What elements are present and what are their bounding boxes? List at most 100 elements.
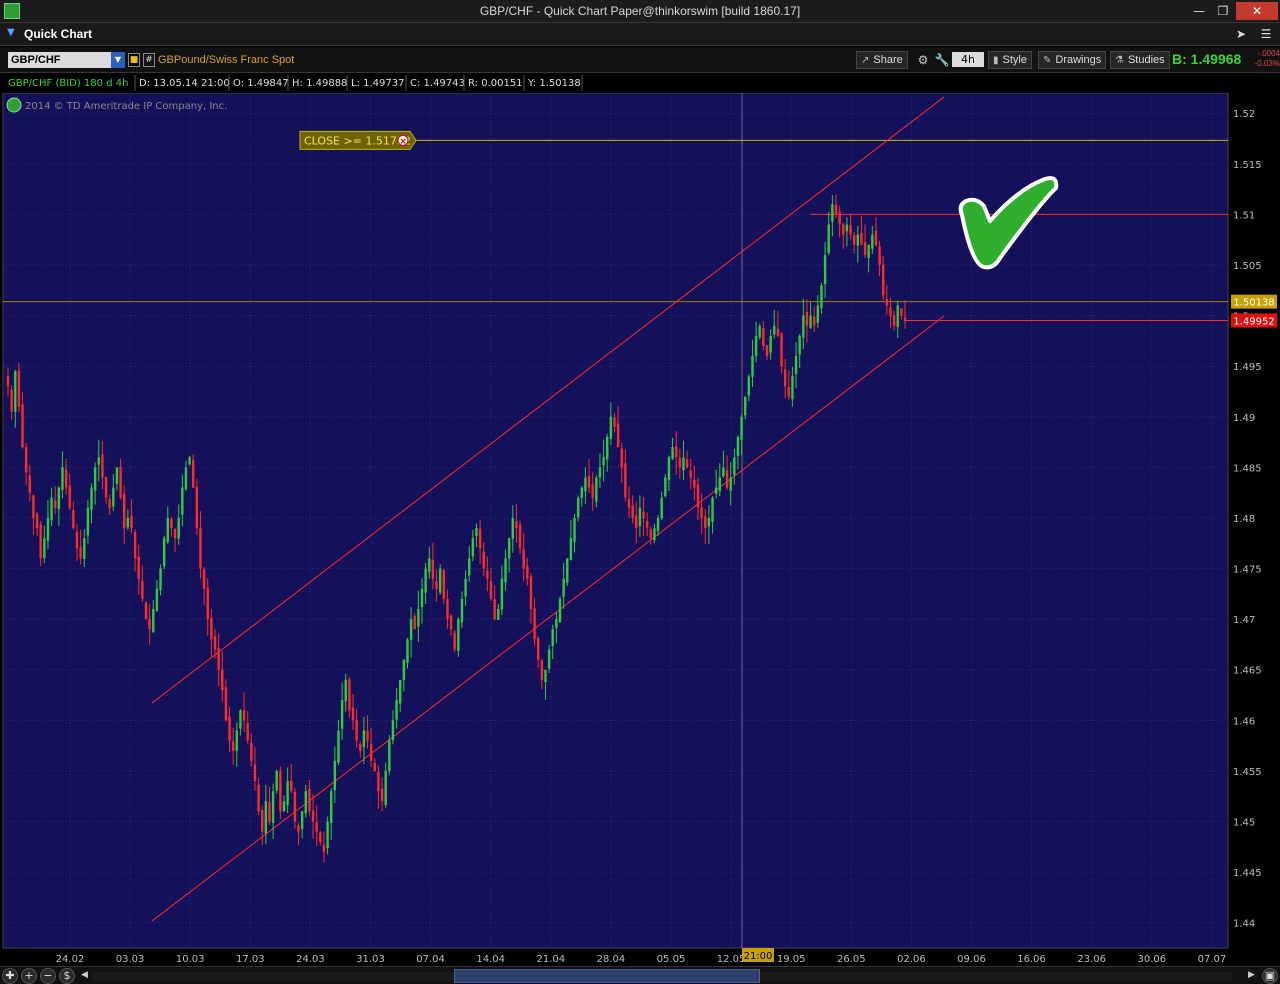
candle-body bbox=[355, 720, 358, 741]
candle-body bbox=[507, 538, 511, 559]
candle-body bbox=[529, 576, 533, 610]
pan-icon[interactable]: ✚ bbox=[2, 968, 18, 984]
candle-body bbox=[166, 517, 169, 543]
candle-body bbox=[576, 497, 580, 518]
price-chart[interactable]: GBP/CHF (BID) 180 d 4h D: 13.05.14 21:00 O… bbox=[0, 73, 1280, 966]
candle-body bbox=[417, 609, 420, 627]
candle-body bbox=[482, 551, 485, 569]
candle-body bbox=[438, 568, 442, 593]
candle-body bbox=[6, 376, 10, 387]
candle-body bbox=[228, 716, 231, 741]
y-tick-label: 1.48 bbox=[1233, 514, 1255, 525]
candle-body bbox=[842, 224, 845, 235]
menu-icon[interactable]: ☰ bbox=[1258, 27, 1274, 42]
candle-body bbox=[620, 448, 623, 468]
candle-body bbox=[54, 500, 57, 508]
candle-body bbox=[773, 325, 776, 335]
x-tick-label: 16.06 bbox=[1017, 954, 1046, 965]
candle-body bbox=[635, 515, 638, 529]
candle-body bbox=[144, 602, 148, 620]
pin-icon[interactable]: ➤ bbox=[1233, 27, 1249, 42]
candle-body bbox=[112, 487, 115, 507]
color-link-icon[interactable]: ■ bbox=[128, 53, 140, 67]
zoom-out-icon[interactable]: − bbox=[40, 968, 56, 984]
scroll-right-icon[interactable]: ▶ bbox=[1248, 970, 1255, 980]
candle-body bbox=[794, 356, 798, 374]
close-button[interactable]: ✕ bbox=[1236, 2, 1278, 20]
x-tick-label: 19.05 bbox=[777, 954, 806, 965]
chart-area[interactable]: GBP/CHF (BID) 180 d 4h D: 13.05.14 21:00 O… bbox=[0, 73, 1280, 966]
candle-body bbox=[587, 475, 591, 488]
expand-icon[interactable]: ▣ bbox=[1262, 968, 1278, 984]
candle-body bbox=[678, 458, 682, 468]
candle-body bbox=[823, 254, 827, 285]
candle-body bbox=[402, 659, 406, 681]
x-tick-label: 07.07 bbox=[1198, 954, 1227, 965]
candle-body bbox=[115, 467, 119, 484]
settings-icon[interactable]: ⚙ bbox=[914, 51, 932, 69]
candle-body bbox=[729, 477, 732, 491]
candle-body bbox=[747, 376, 751, 396]
candle-body bbox=[184, 467, 188, 490]
x-tick-label: 07.04 bbox=[416, 954, 445, 965]
candle-body bbox=[250, 743, 253, 761]
candle-body bbox=[282, 801, 286, 812]
candle-body bbox=[391, 720, 395, 741]
candle-body bbox=[627, 498, 631, 508]
zoom-in-icon[interactable]: + bbox=[21, 968, 37, 984]
style-button[interactable]: ▮ Style bbox=[988, 51, 1032, 69]
candle-body bbox=[337, 730, 340, 763]
candle-body bbox=[133, 531, 137, 559]
drawings-button[interactable]: ✎ Drawings bbox=[1038, 51, 1107, 69]
maximize-button[interactable]: ❐ bbox=[1210, 2, 1236, 20]
scrollbar-thumb[interactable] bbox=[454, 969, 760, 983]
candle-body bbox=[573, 517, 576, 543]
pencil-icon: ✎ bbox=[1043, 55, 1052, 66]
candle-body bbox=[892, 315, 896, 326]
x-tick-label: 31.03 bbox=[356, 954, 385, 965]
symbol-dropdown-icon[interactable]: ▼ bbox=[111, 52, 125, 68]
candle-body bbox=[693, 479, 696, 488]
candle-body bbox=[827, 224, 830, 253]
candle-body bbox=[192, 459, 195, 488]
candle-body bbox=[878, 246, 881, 266]
info-close: C: 1.49743 bbox=[410, 78, 465, 89]
candle-body bbox=[580, 487, 583, 498]
hash-icon[interactable]: # bbox=[143, 53, 155, 67]
wrench-icon[interactable]: 🔧 bbox=[933, 51, 951, 69]
copyright-text: 2014 © TD Ameritrade IP Company, Inc. bbox=[25, 101, 227, 112]
studies-button[interactable]: ⚗ Studies bbox=[1110, 51, 1170, 69]
candle-body bbox=[856, 234, 859, 246]
minimize-button[interactable]: — bbox=[1186, 2, 1212, 20]
candle-body bbox=[613, 417, 616, 427]
candle-body bbox=[493, 599, 496, 620]
scroll-left-icon[interactable]: ◀ bbox=[81, 970, 88, 980]
candle-body bbox=[769, 335, 772, 353]
candle-body bbox=[21, 404, 24, 448]
candle-body bbox=[177, 517, 180, 539]
aggregation-selector[interactable]: 4h bbox=[952, 52, 984, 67]
candle-body bbox=[711, 497, 714, 522]
candle-body bbox=[290, 780, 293, 792]
candle-body bbox=[148, 618, 151, 630]
candle-body bbox=[231, 741, 235, 751]
share-button[interactable]: ↗ Share bbox=[856, 51, 908, 69]
y-tick-label: 1.485 bbox=[1233, 463, 1262, 474]
candle-body bbox=[845, 224, 849, 232]
candle-body bbox=[754, 335, 758, 356]
candle-body bbox=[330, 791, 333, 823]
dollar-icon[interactable]: $ bbox=[59, 968, 75, 984]
candle-body bbox=[900, 308, 903, 316]
candle-body bbox=[108, 498, 111, 508]
symbol-input[interactable]: GBP/CHF bbox=[8, 52, 112, 68]
bid-price: B: 1.49968 bbox=[1172, 51, 1242, 67]
cursor-time-label: 21:00 bbox=[744, 951, 773, 962]
chart-toolbar: GBP/CHF ▼ ■ # GBPound/Swiss Franc Spot ↗… bbox=[0, 47, 1280, 73]
candle-body bbox=[526, 565, 529, 579]
collapse-chevron-icon[interactable]: ▼ bbox=[7, 27, 15, 38]
candle-body bbox=[155, 588, 159, 611]
candle-body bbox=[896, 305, 899, 327]
candle-body bbox=[714, 487, 718, 494]
info-date: D: 13.05.14 21:00 bbox=[139, 78, 230, 89]
y-tick-label: 1.495 bbox=[1233, 362, 1262, 373]
